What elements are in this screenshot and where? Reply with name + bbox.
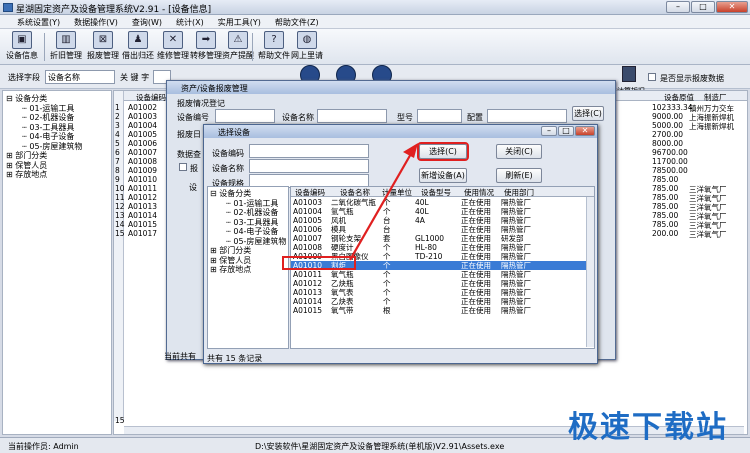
arrow-head (403, 143, 418, 158)
annotation-overlay (282, 143, 418, 270)
annotation-arrow (349, 151, 413, 261)
highlight-box (282, 256, 356, 270)
path-status: D:\安装软件\星湖固定资产及设备管理系统(单机版)V2.91\Assets.e… (255, 442, 505, 451)
operator-status: 当前操作员: Admin (8, 442, 79, 451)
watermark: 极速下载站 (568, 410, 728, 445)
